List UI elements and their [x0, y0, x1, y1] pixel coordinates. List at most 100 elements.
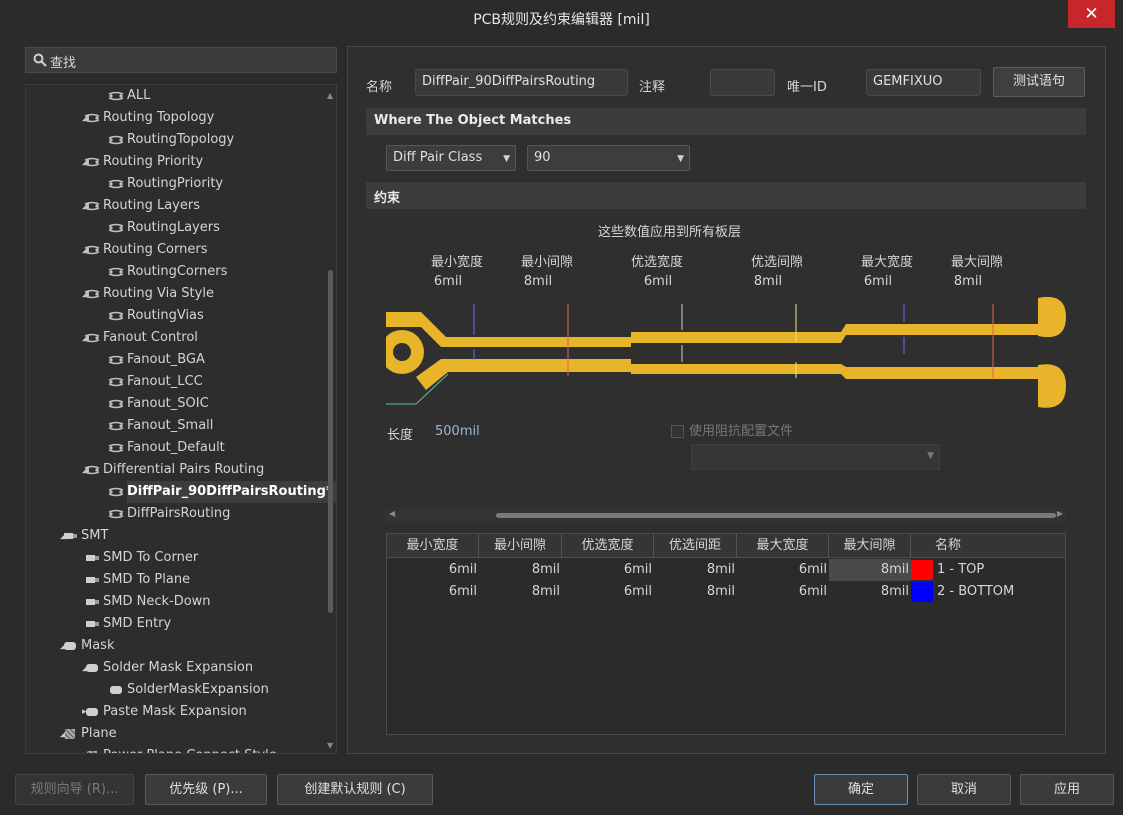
- tree-scroll-thumb[interactable]: [328, 270, 333, 613]
- layer-constraints-grid[interactable]: 最小宽度 最小间隙 优选宽度 优选间距 最大宽度 最大间隙 名称 6mil 8m…: [386, 533, 1066, 735]
- search-input[interactable]: 查找: [25, 47, 337, 73]
- min-gap-value[interactable]: 8mil: [498, 274, 578, 289]
- scroll-right-icon[interactable]: ▶: [1057, 509, 1063, 518]
- tree-item[interactable]: RoutingTopology: [26, 129, 322, 151]
- hscroll-thumb[interactable]: [496, 513, 1056, 518]
- tree-item[interactable]: DiffPairsRouting: [26, 503, 322, 525]
- object-type-select[interactable]: Diff Pair Class ▼: [386, 145, 516, 171]
- preferred-gap-value[interactable]: 8mil: [728, 274, 808, 289]
- scroll-down-icon[interactable]: ▼: [327, 741, 333, 750]
- tree-scrollbar[interactable]: ▲ ▼: [325, 85, 336, 753]
- column-header[interactable]: 优选间距: [654, 534, 737, 558]
- tree-item[interactable]: Fanout_Default: [26, 437, 322, 459]
- tree-item[interactable]: ◢Differential Pairs Routing: [26, 459, 322, 481]
- apply-button[interactable]: 应用: [1020, 774, 1114, 805]
- column-header[interactable]: 最大宽度: [737, 534, 829, 558]
- tree-item[interactable]: SMD Neck-Down: [26, 591, 322, 613]
- name-field[interactable]: DiffPair_90DiffPairsRouting: [415, 69, 628, 96]
- priority-button[interactable]: 优先级 (P)...: [145, 774, 267, 805]
- close-button[interactable]: ✕: [1068, 0, 1115, 28]
- uid-label: 唯一ID: [787, 80, 827, 95]
- grid-cell[interactable]: 8mil: [479, 581, 560, 603]
- tree-item[interactable]: RoutingCorners: [26, 261, 322, 283]
- tree-item[interactable]: ◢Fanout Control: [26, 327, 322, 349]
- grid-cell[interactable]: 8mil: [829, 559, 911, 581]
- ok-button[interactable]: 确定: [814, 774, 908, 805]
- tree-item-label: Power Plane Connect Style: [103, 745, 277, 753]
- tree-item[interactable]: ◢ Solder Mask Expansion: [26, 657, 322, 679]
- column-header[interactable]: 最小宽度: [387, 534, 479, 558]
- grid-cell[interactable]: 8mil: [829, 581, 911, 603]
- tree-item-label: ALL: [127, 88, 151, 103]
- grid-cell[interactable]: 8mil: [654, 559, 735, 581]
- tree-item[interactable]: SMD To Corner: [26, 547, 322, 569]
- tree-item[interactable]: ◢Routing Topology: [26, 107, 322, 129]
- tree-item[interactable]: Power Plane Connect Style: [26, 745, 322, 753]
- object-value-select[interactable]: 90 ▼: [527, 145, 690, 171]
- tree-item[interactable]: ◢Routing Corners: [26, 239, 322, 261]
- tree-item[interactable]: DiffPair_90DiffPairsRouting*: [26, 481, 336, 503]
- rule-tree[interactable]: ALL ◢Routing Topology RoutingTopology ◢Rout…: [25, 84, 337, 754]
- cancel-button[interactable]: 取消: [917, 774, 1011, 805]
- grid-cell[interactable]: 6mil: [387, 559, 477, 581]
- length-value[interactable]: 500mil: [435, 424, 480, 439]
- tree-item[interactable]: ◢ SMT: [26, 525, 322, 547]
- length-label: 长度: [387, 428, 414, 443]
- grid-cell[interactable]: 6mil: [387, 581, 477, 603]
- tree-item[interactable]: ◢Routing Layers: [26, 195, 322, 217]
- grid-cell[interactable]: 6mil: [562, 559, 652, 581]
- tree-item-label: SMD Neck-Down: [103, 594, 211, 609]
- grid-cell[interactable]: 8mil: [479, 559, 560, 581]
- max-gap-value[interactable]: 8mil: [928, 274, 1008, 289]
- tree-item-label: Plane: [81, 726, 117, 741]
- scroll-left-icon[interactable]: ◀: [389, 509, 395, 518]
- tree-item[interactable]: ▸ Paste Mask Expansion: [26, 701, 322, 723]
- tree-item[interactable]: SolderMaskExpansion: [26, 679, 322, 701]
- preferred-gap-label: 优选间隙: [750, 255, 803, 270]
- impedance-profile-checkbox[interactable]: 使用阻抗配置文件: [671, 420, 793, 439]
- column-header[interactable]: 优选宽度: [562, 534, 654, 558]
- uid-field[interactable]: GEMFIXUO: [866, 69, 981, 96]
- rule-wizard-button[interactable]: 规则向导 (R)...: [15, 774, 134, 805]
- window-title: PCB规则及约束编辑器 [mil]: [473, 12, 650, 28]
- tree-item[interactable]: ◢Routing Priority: [26, 151, 322, 173]
- tree-item[interactable]: ◢ Plane: [26, 723, 322, 745]
- tree-item[interactable]: Fanout_BGA: [26, 349, 322, 371]
- grid-cell[interactable]: 6mil: [562, 581, 652, 603]
- tree-item[interactable]: ALL: [26, 85, 322, 107]
- tree-item[interactable]: RoutingPriority: [26, 173, 322, 195]
- tree-item-label: SMT: [81, 528, 109, 543]
- layer-name: 1 - TOP: [937, 562, 985, 577]
- column-header[interactable]: 最小间隙: [479, 534, 562, 558]
- tree-item[interactable]: RoutingLayers: [26, 217, 322, 239]
- tree-item[interactable]: ◢ Mask: [26, 635, 322, 657]
- tree-item[interactable]: SMD To Plane: [26, 569, 322, 591]
- tree-item[interactable]: SMD Entry: [26, 613, 322, 635]
- rule-icon: [108, 377, 124, 387]
- grid-cell[interactable]: 8mil: [654, 581, 735, 603]
- chevron-down-icon: ▼: [677, 154, 684, 164]
- rule-icon: [108, 487, 124, 497]
- column-header[interactable]: 最大间隙: [829, 534, 911, 558]
- preferred-width-value[interactable]: 6mil: [618, 274, 698, 289]
- tree-item[interactable]: ◢Routing Via Style: [26, 283, 322, 305]
- tree-item[interactable]: Fanout_LCC: [26, 371, 322, 393]
- min-gap-label: 最小间隙: [520, 255, 573, 270]
- create-default-rules-button[interactable]: 创建默认规则 (C): [277, 774, 433, 805]
- tree-item[interactable]: RoutingVias: [26, 305, 322, 327]
- max-width-value[interactable]: 6mil: [838, 274, 918, 289]
- grid-cell[interactable]: 6mil: [737, 559, 827, 581]
- grid-cell[interactable]: 6mil: [737, 581, 827, 603]
- tree-item[interactable]: Fanout_Small: [26, 415, 322, 437]
- comment-field[interactable]: [710, 69, 775, 96]
- checkbox-icon[interactable]: [671, 425, 684, 438]
- horizontal-scrollbar[interactable]: ◀ ▶: [386, 508, 1066, 522]
- tree-item[interactable]: Fanout_SOIC: [26, 393, 322, 415]
- impedance-profile-select[interactable]: ▼: [691, 444, 940, 470]
- test-query-button[interactable]: 测试语句: [993, 67, 1085, 97]
- min-width-value[interactable]: 6mil: [408, 274, 488, 289]
- scroll-up-icon[interactable]: ▲: [327, 91, 333, 100]
- plane-rule-icon: [86, 751, 97, 753]
- rule-icon: [108, 443, 124, 453]
- column-header[interactable]: 名称: [911, 534, 1065, 558]
